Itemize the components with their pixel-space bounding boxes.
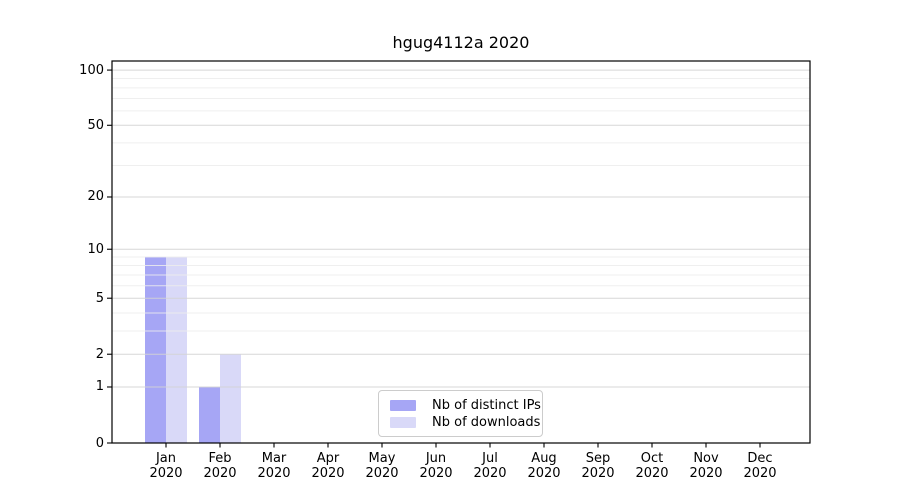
legend-swatch-distinct-ips bbox=[390, 400, 416, 411]
bar-feb-distinct-ips bbox=[199, 386, 220, 443]
legend-item-distinct-ips: Nb of distinct IPs bbox=[390, 397, 542, 414]
legend-label-downloads: Nb of downloads bbox=[432, 415, 541, 430]
legend-swatch-downloads bbox=[390, 417, 416, 428]
bar-jan-distinct-ips bbox=[145, 256, 166, 443]
legend: Nb of distinct IPs Nb of downloads bbox=[378, 390, 543, 437]
legend-item-downloads: Nb of downloads bbox=[390, 414, 542, 431]
chart-canvas: hgug4112a 2020 0 1 2 5 10 20 50 100 Jan 2020 Feb 20… bbox=[0, 0, 900, 500]
bar-feb-downloads bbox=[220, 354, 241, 443]
bar-jan-downloads bbox=[166, 256, 187, 443]
legend-label-distinct-ips: Nb of distinct IPs bbox=[432, 398, 541, 413]
plot-border bbox=[111, 60, 811, 444]
